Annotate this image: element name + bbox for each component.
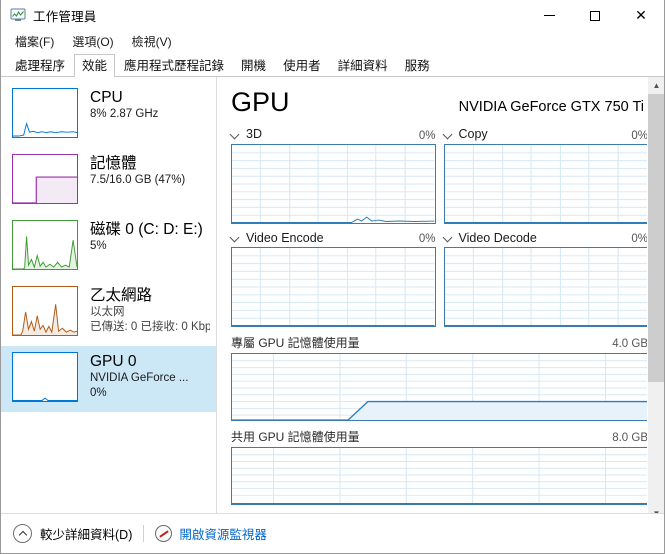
engine-copy-header: Copy 0% [444,127,649,142]
sidebar-item-disk-title: 磁碟 0 (C: D: E:) [90,221,203,238]
tab-users[interactable]: 使用者 [275,54,329,76]
sidebar-item-ethernet[interactable]: 乙太網路 以太网 已傳送: 0 已接收: 0 Kbp [1,280,216,346]
menu-item-file[interactable]: 檔案(F) [9,31,63,53]
resource-monitor-icon[interactable] [155,525,173,542]
gpu-header: GPU NVIDIA GeForce GTX 750 Ti [231,87,648,117]
minimize-button[interactable] [526,0,572,31]
sidebar-item-ethernet-title: 乙太網路 [90,287,153,304]
chevron-down-icon[interactable] [444,233,453,242]
dedicated-gpu-memory-block: 專屬 GPU 記憶體使用量 4.0 GB [231,334,648,421]
engine-video-decode-header: Video Decode 0% [444,231,649,246]
engine-3d-label: 3D [246,127,262,141]
chevron-down-icon[interactable] [444,130,453,139]
scrollbar-thumb[interactable] [648,94,664,382]
gpu-detail-panel: GPU NVIDIA GeForce GTX 750 Ti 3D 0% Copy… [217,77,664,522]
tab-processes[interactable]: 處理程序 [7,54,73,76]
chevron-up-icon[interactable] [13,524,32,543]
dedicated-gpu-memory-graph [231,353,648,421]
maximize-button[interactable] [572,0,618,31]
sidebar-item-disk[interactable]: 磁碟 0 (C: D: E:) 5% [1,214,216,280]
shared-gpu-memory-max: 8.0 GB [612,432,648,444]
sidebar-item-ethernet-throughput: 已傳送: 0 已接收: 0 Kbp [90,321,210,333]
sidebar-item-memory-title: 記憶體 [90,155,137,172]
menu-item-options[interactable]: 選項(O) [66,31,122,53]
engine-video-decode-value: 0% [631,233,648,245]
tab-strip: 處理程序 效能 應用程式歷程記錄 開機 使用者 詳細資料 服務 [1,53,664,77]
tab-performance[interactable]: 效能 [74,54,116,77]
engine-row-2: Video Encode 0% Video Decode 0% [231,231,649,327]
resource-sidebar: CPU 8% 2.87 GHz 記憶體 7.5/16.0 GB (47%) 磁碟… [1,77,217,522]
engine-copy-label: Copy [458,127,488,141]
ethernet-thumbnail-graph [12,286,78,336]
engine-video-encode-header: Video Encode 0% [231,231,436,246]
engine-3d: 3D 0% [231,127,436,224]
page-title: GPU [231,87,290,117]
engine-3d-header: 3D 0% [231,127,436,142]
engine-3d-graph [231,143,436,224]
shared-gpu-memory-block: 共用 GPU 記憶體使用量 8.0 GB [231,428,648,505]
engine-video-decode-graph [443,247,648,327]
sidebar-item-gpu-title: GPU 0 [90,353,137,370]
engine-copy-value: 0% [631,129,648,142]
performance-body: CPU 8% 2.87 GHz 記憶體 7.5/16.0 GB (47%) 磁碟… [1,77,664,522]
tab-app-history[interactable]: 應用程式歷程記錄 [116,54,232,76]
status-bar: 較少詳細資料(D) 開啟資源監視器 [1,513,664,553]
gpu-thumbnail-graph [12,352,78,402]
sidebar-item-gpu-device: NVIDIA GeForce ... [90,372,189,384]
engine-3d-label-group[interactable]: 3D [231,127,262,141]
engine-copy-label-group[interactable]: Copy [444,127,488,141]
sidebar-item-cpu-title: CPU [90,89,123,106]
task-manager-icon [10,7,26,23]
engine-video-encode-value: 0% [418,233,436,245]
engine-video-encode: Video Encode 0% [231,231,436,327]
scroll-up-arrow-icon[interactable]: ▲ [648,77,664,94]
dedicated-gpu-memory-header: 專屬 GPU 記憶體使用量 4.0 GB [231,334,648,351]
disk-thumbnail-graph [12,220,78,270]
window-title: 工作管理員 [33,9,97,24]
cpu-thumbnail-graph [12,88,78,138]
shared-gpu-memory-header: 共用 GPU 記憶體使用量 8.0 GB [231,428,648,445]
engine-copy: Copy 0% [443,127,649,224]
window-controls: ✕ [526,0,664,31]
shared-gpu-memory-graph [231,447,648,505]
sidebar-item-memory[interactable]: 記憶體 7.5/16.0 GB (47%) [1,148,216,214]
sidebar-item-cpu[interactable]: CPU 8% 2.87 GHz [1,82,216,148]
gpu-device-name: NVIDIA GeForce GTX 750 Ti [458,99,644,115]
tab-startup[interactable]: 開機 [233,54,274,76]
title-bar: 工作管理員 ✕ [1,0,664,31]
menu-bar: 檔案(F) 選項(O) 檢視(V) [1,31,664,53]
dedicated-gpu-memory-label: 專屬 GPU 記憶體使用量 [231,336,360,350]
sidebar-item-disk-value: 5% [90,240,107,252]
chevron-down-icon[interactable] [231,130,240,139]
open-resource-monitor-link[interactable]: 開啟資源監視器 [179,524,267,543]
sidebar-item-memory-value: 7.5/16.0 GB (47%) [90,174,186,186]
engine-video-encode-label-group[interactable]: Video Encode [231,231,324,245]
engine-video-encode-label: Video Encode [246,230,324,245]
status-divider [143,525,145,542]
tab-services[interactable]: 服務 [397,54,438,76]
close-button[interactable]: ✕ [618,0,664,31]
sidebar-item-ethernet-adapter: 以太网 [90,306,125,318]
memory-thumbnail-graph [12,154,78,204]
sidebar-item-gpu-value: 0% [90,387,107,399]
tab-details[interactable]: 詳細資料 [330,54,396,76]
dedicated-gpu-memory-max: 4.0 GB [612,338,648,350]
sidebar-item-cpu-value: 8% 2.87 GHz [90,108,159,120]
vertical-scrollbar[interactable]: ▲ ▼ [647,77,664,522]
task-manager-window: 工作管理員 ✕ 檔案(F) 選項(O) 檢視(V) 處理程序 效能 應用程式歷程… [0,0,665,554]
engine-video-decode: Video Decode 0% [443,231,649,327]
engine-3d-value: 0% [418,129,436,142]
shared-gpu-memory-label: 共用 GPU 記憶體使用量 [231,430,360,444]
engine-video-encode-graph [231,247,436,327]
sidebar-item-gpu[interactable]: GPU 0 NVIDIA GeForce ... 0% [1,346,216,412]
chevron-down-icon[interactable] [231,233,240,242]
engine-video-decode-label-group[interactable]: Video Decode [444,231,537,245]
fewer-details-button[interactable]: 較少詳細資料(D) [40,524,132,543]
engine-video-decode-label: Video Decode [458,230,537,245]
engine-row-1: 3D 0% Copy 0% [231,127,648,224]
menu-item-view[interactable]: 檢視(V) [126,31,181,53]
engine-copy-graph [443,143,648,224]
